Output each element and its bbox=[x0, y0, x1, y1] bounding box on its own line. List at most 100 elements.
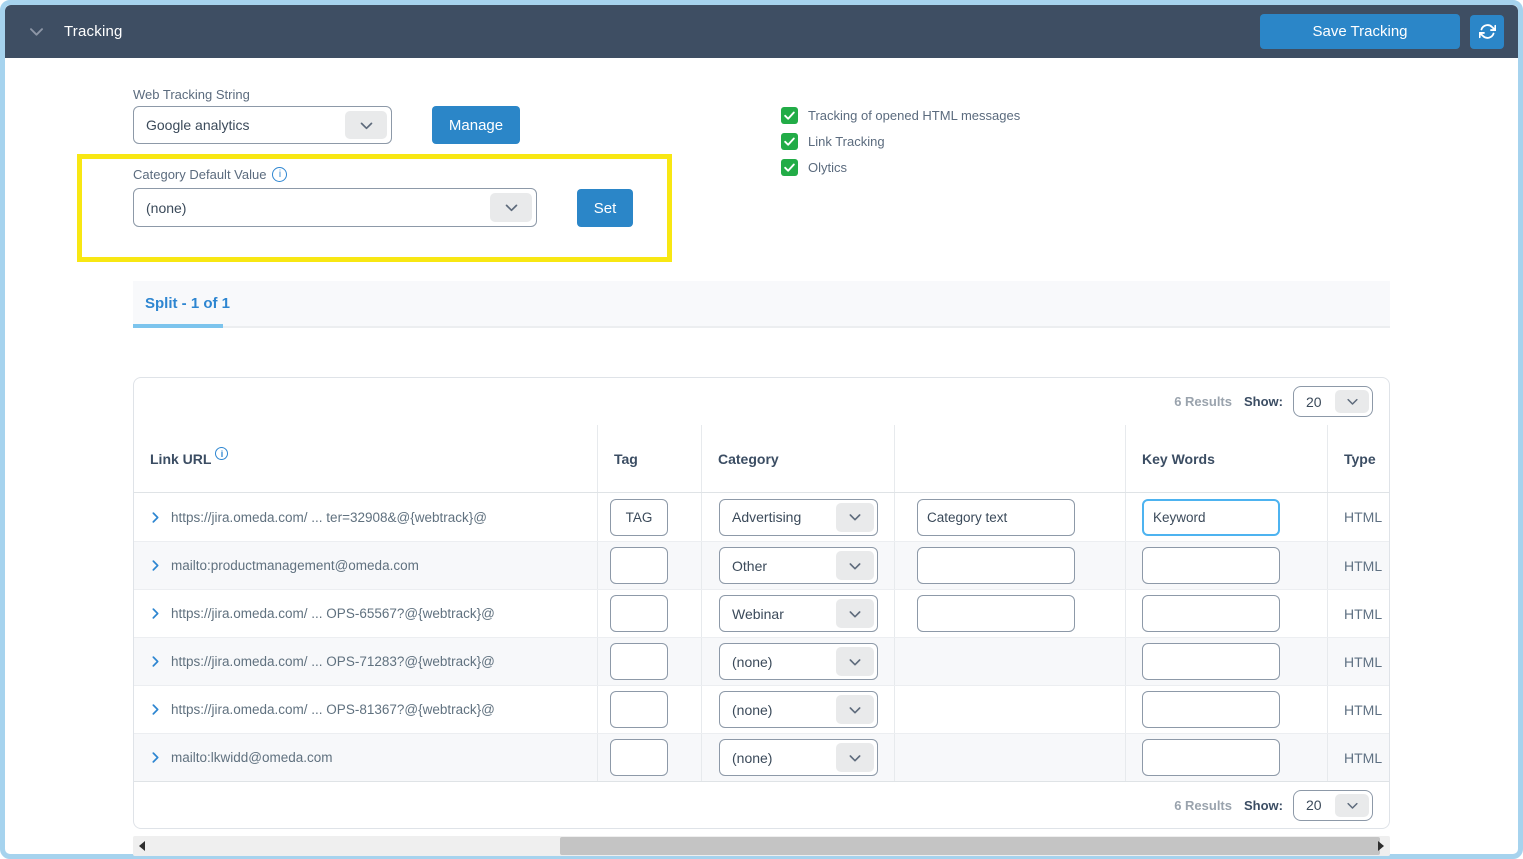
tracking-panel: Tracking Save Tracking Web Tracking Stri… bbox=[0, 0, 1523, 859]
info-icon[interactable] bbox=[272, 167, 287, 182]
category-select[interactable]: Advertising bbox=[719, 499, 878, 536]
tab-split[interactable]: Split - 1 of 1 bbox=[145, 281, 230, 326]
table-rows: https://jira.omeda.com/ ... ter=32908&@{… bbox=[134, 493, 1389, 781]
tag-input[interactable] bbox=[610, 547, 668, 584]
keyword-cell bbox=[1125, 686, 1327, 733]
category-cell: (none) bbox=[701, 638, 894, 685]
link-url: https://jira.omeda.com/ ... ter=32908&@{… bbox=[171, 510, 487, 525]
checkbox-label: Link Tracking bbox=[808, 134, 885, 149]
category-default-label-text: Category Default Value bbox=[133, 167, 266, 182]
tag-input[interactable] bbox=[610, 739, 668, 776]
web-tracking-value: Google analytics bbox=[146, 117, 250, 133]
checkbox-row-html-messages[interactable]: Tracking of opened HTML messages bbox=[781, 107, 1020, 124]
keyword-cell bbox=[1125, 542, 1327, 589]
checkbox-row-link-tracking[interactable]: Link Tracking bbox=[781, 133, 1020, 150]
scroll-left-arrow[interactable] bbox=[139, 841, 145, 851]
chevron-down-icon bbox=[1335, 794, 1369, 817]
category-default-select[interactable]: (none) bbox=[133, 188, 537, 227]
category-select[interactable]: (none) bbox=[719, 739, 878, 776]
checkbox-row-olytics[interactable]: Olytics bbox=[781, 159, 1020, 176]
link-type: HTML bbox=[1328, 558, 1382, 574]
keyword-input[interactable] bbox=[1142, 643, 1280, 680]
column-header-tag: Tag bbox=[597, 425, 701, 492]
type-cell: HTML bbox=[1327, 493, 1389, 541]
page-size-select[interactable]: 20 bbox=[1293, 790, 1373, 821]
tag-input[interactable] bbox=[610, 691, 668, 728]
page-size-select[interactable]: 20 bbox=[1293, 386, 1373, 417]
keyword-input[interactable] bbox=[1142, 739, 1280, 776]
category-value: (none) bbox=[732, 750, 772, 766]
keyword-input[interactable] bbox=[1142, 595, 1280, 632]
refresh-icon bbox=[1479, 23, 1496, 40]
page-title: Tracking bbox=[64, 23, 123, 40]
category-text-cell bbox=[894, 734, 1125, 781]
chevron-down-icon bbox=[1335, 390, 1369, 413]
horizontal-scrollbar-thumb[interactable] bbox=[560, 837, 1380, 855]
category-text-cell bbox=[894, 542, 1125, 589]
panel-header: Tracking Save Tracking bbox=[5, 5, 1518, 58]
keyword-cell bbox=[1125, 493, 1327, 541]
tag-input[interactable] bbox=[610, 595, 668, 632]
manage-button[interactable]: Manage bbox=[432, 106, 520, 144]
row-expand-chevron-icon[interactable] bbox=[149, 607, 162, 620]
save-tracking-button[interactable]: Save Tracking bbox=[1260, 14, 1460, 49]
checkbox-checked-icon[interactable] bbox=[781, 159, 798, 176]
checkbox-checked-icon[interactable] bbox=[781, 133, 798, 150]
category-select[interactable]: Other bbox=[719, 547, 878, 584]
column-header-category: Category bbox=[701, 425, 894, 492]
web-tracking-label: Web Tracking String bbox=[133, 87, 250, 102]
tag-input[interactable] bbox=[610, 499, 668, 536]
row-expand-chevron-icon[interactable] bbox=[149, 751, 162, 764]
table-row: https://jira.omeda.com/ ... OPS-65567?@{… bbox=[134, 589, 1389, 637]
category-select[interactable]: Webinar bbox=[719, 595, 878, 632]
scroll-right-arrow[interactable] bbox=[1378, 841, 1384, 851]
type-cell: HTML bbox=[1327, 734, 1389, 781]
set-button[interactable]: Set bbox=[577, 189, 633, 227]
row-expand-chevron-icon[interactable] bbox=[149, 703, 162, 716]
category-text-cell bbox=[894, 686, 1125, 733]
row-expand-chevron-icon[interactable] bbox=[149, 559, 162, 572]
tag-cell bbox=[597, 590, 701, 637]
category-text-cell bbox=[894, 493, 1125, 541]
category-text-input[interactable] bbox=[917, 499, 1075, 536]
collapse-chevron-icon[interactable] bbox=[27, 22, 46, 41]
link-url: https://jira.omeda.com/ ... OPS-71283?@{… bbox=[171, 654, 495, 669]
keyword-input[interactable] bbox=[1142, 691, 1280, 728]
link-url: mailto:lkwidd@omeda.com bbox=[171, 750, 333, 765]
horizontal-scrollbar[interactable] bbox=[133, 836, 1390, 856]
table-row: mailto:lkwidd@omeda.com (none) HTML bbox=[134, 733, 1389, 781]
row-expand-chevron-icon[interactable] bbox=[149, 511, 162, 524]
web-tracking-select[interactable]: Google analytics bbox=[133, 106, 392, 144]
type-cell: HTML bbox=[1327, 638, 1389, 685]
results-count: 6 Results bbox=[1174, 394, 1232, 409]
category-text-input[interactable] bbox=[917, 595, 1075, 632]
table-row: https://jira.omeda.com/ ... OPS-71283?@{… bbox=[134, 637, 1389, 685]
category-text-input[interactable] bbox=[917, 547, 1075, 584]
links-table: 6 Results Show: 20 Link URL Tag Category… bbox=[133, 377, 1390, 829]
tracking-options: Tracking of opened HTML messages Link Tr… bbox=[781, 107, 1020, 185]
checkbox-checked-icon[interactable] bbox=[781, 107, 798, 124]
row-expand-chevron-icon[interactable] bbox=[149, 655, 162, 668]
category-text-cell bbox=[894, 638, 1125, 685]
type-cell: HTML bbox=[1327, 686, 1389, 733]
category-select[interactable]: (none) bbox=[719, 691, 878, 728]
chevron-down-icon bbox=[836, 743, 874, 772]
keyword-input[interactable] bbox=[1142, 547, 1280, 584]
tag-input[interactable] bbox=[610, 643, 668, 680]
column-header-link-url: Link URL bbox=[134, 425, 597, 492]
refresh-button[interactable] bbox=[1470, 15, 1504, 49]
keyword-input[interactable] bbox=[1142, 499, 1280, 536]
type-cell: HTML bbox=[1327, 590, 1389, 637]
column-header-label: Link URL bbox=[150, 451, 211, 467]
link-type: HTML bbox=[1328, 606, 1382, 622]
chevron-down-icon bbox=[836, 695, 874, 724]
tag-cell bbox=[597, 734, 701, 781]
link-url-cell: https://jira.omeda.com/ ... OPS-81367?@{… bbox=[134, 686, 597, 733]
category-select[interactable]: (none) bbox=[719, 643, 878, 680]
checkbox-label: Olytics bbox=[808, 160, 847, 175]
link-url-cell: https://jira.omeda.com/ ... ter=32908&@{… bbox=[134, 493, 597, 541]
category-text-cell bbox=[894, 590, 1125, 637]
link-url-cell: mailto:lkwidd@omeda.com bbox=[134, 734, 597, 781]
link-type: HTML bbox=[1328, 654, 1382, 670]
info-icon[interactable] bbox=[215, 447, 228, 460]
